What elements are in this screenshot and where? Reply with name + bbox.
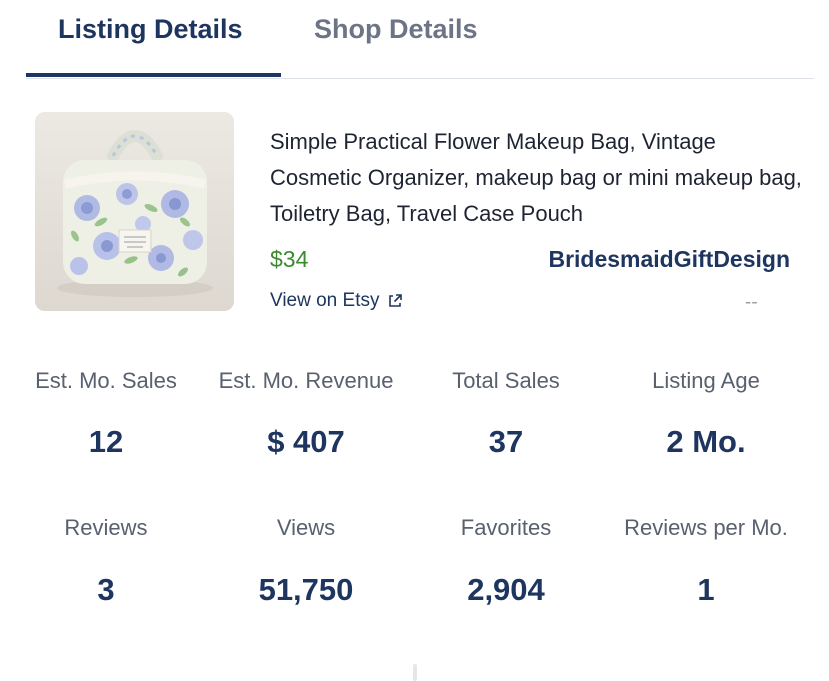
stat-label-reviews: Reviews <box>64 515 148 540</box>
shop-name-link[interactable]: BridesmaidGiftDesign <box>548 246 790 273</box>
view-on-etsy-link[interactable]: View on Etsy <box>270 290 403 312</box>
stat-label-reviews-per-mo: Reviews per Mo. <box>624 515 788 540</box>
stat-value-total-sales: 37 <box>488 424 524 459</box>
stat-value-views: 51,750 <box>258 572 354 607</box>
stat-label-total-sales: Total Sales <box>452 368 560 393</box>
tab-bar: Listing Details Shop Details <box>26 0 814 79</box>
active-tab-indicator <box>26 73 281 77</box>
scroll-indicator <box>413 664 417 681</box>
stat-value-reviews-per-mo: 1 <box>697 572 715 607</box>
stat-value-listing-age: 2 Mo. <box>666 424 746 459</box>
tab-listing-details[interactable]: Listing Details <box>58 14 243 45</box>
stat-value-est-mo-revenue: $ 407 <box>267 424 345 459</box>
stat-label-est-mo-revenue: Est. Mo. Revenue <box>218 368 394 393</box>
stat-value-est-mo-sales: 12 <box>88 424 124 459</box>
stat-value-favorites: 2,904 <box>467 572 545 607</box>
product-image[interactable] <box>35 112 234 311</box>
makeup-bag-illustration <box>35 112 234 311</box>
tab-shop-details[interactable]: Shop Details <box>314 14 478 45</box>
listing-title: Simple Practical Flower Makeup Bag, Vint… <box>270 129 802 226</box>
stat-label-est-mo-sales: Est. Mo. Sales <box>35 368 177 393</box>
external-link-icon <box>387 293 403 309</box>
stat-label-favorites: Favorites <box>460 515 552 540</box>
stat-label-listing-age: Listing Age <box>652 368 760 393</box>
stat-value-reviews: 3 <box>97 572 115 607</box>
placeholder-value: -- <box>745 292 758 313</box>
listing-price: $34 <box>270 246 309 272</box>
view-on-etsy-label: View on Etsy <box>270 290 380 311</box>
stat-label-views: Views <box>276 515 336 540</box>
